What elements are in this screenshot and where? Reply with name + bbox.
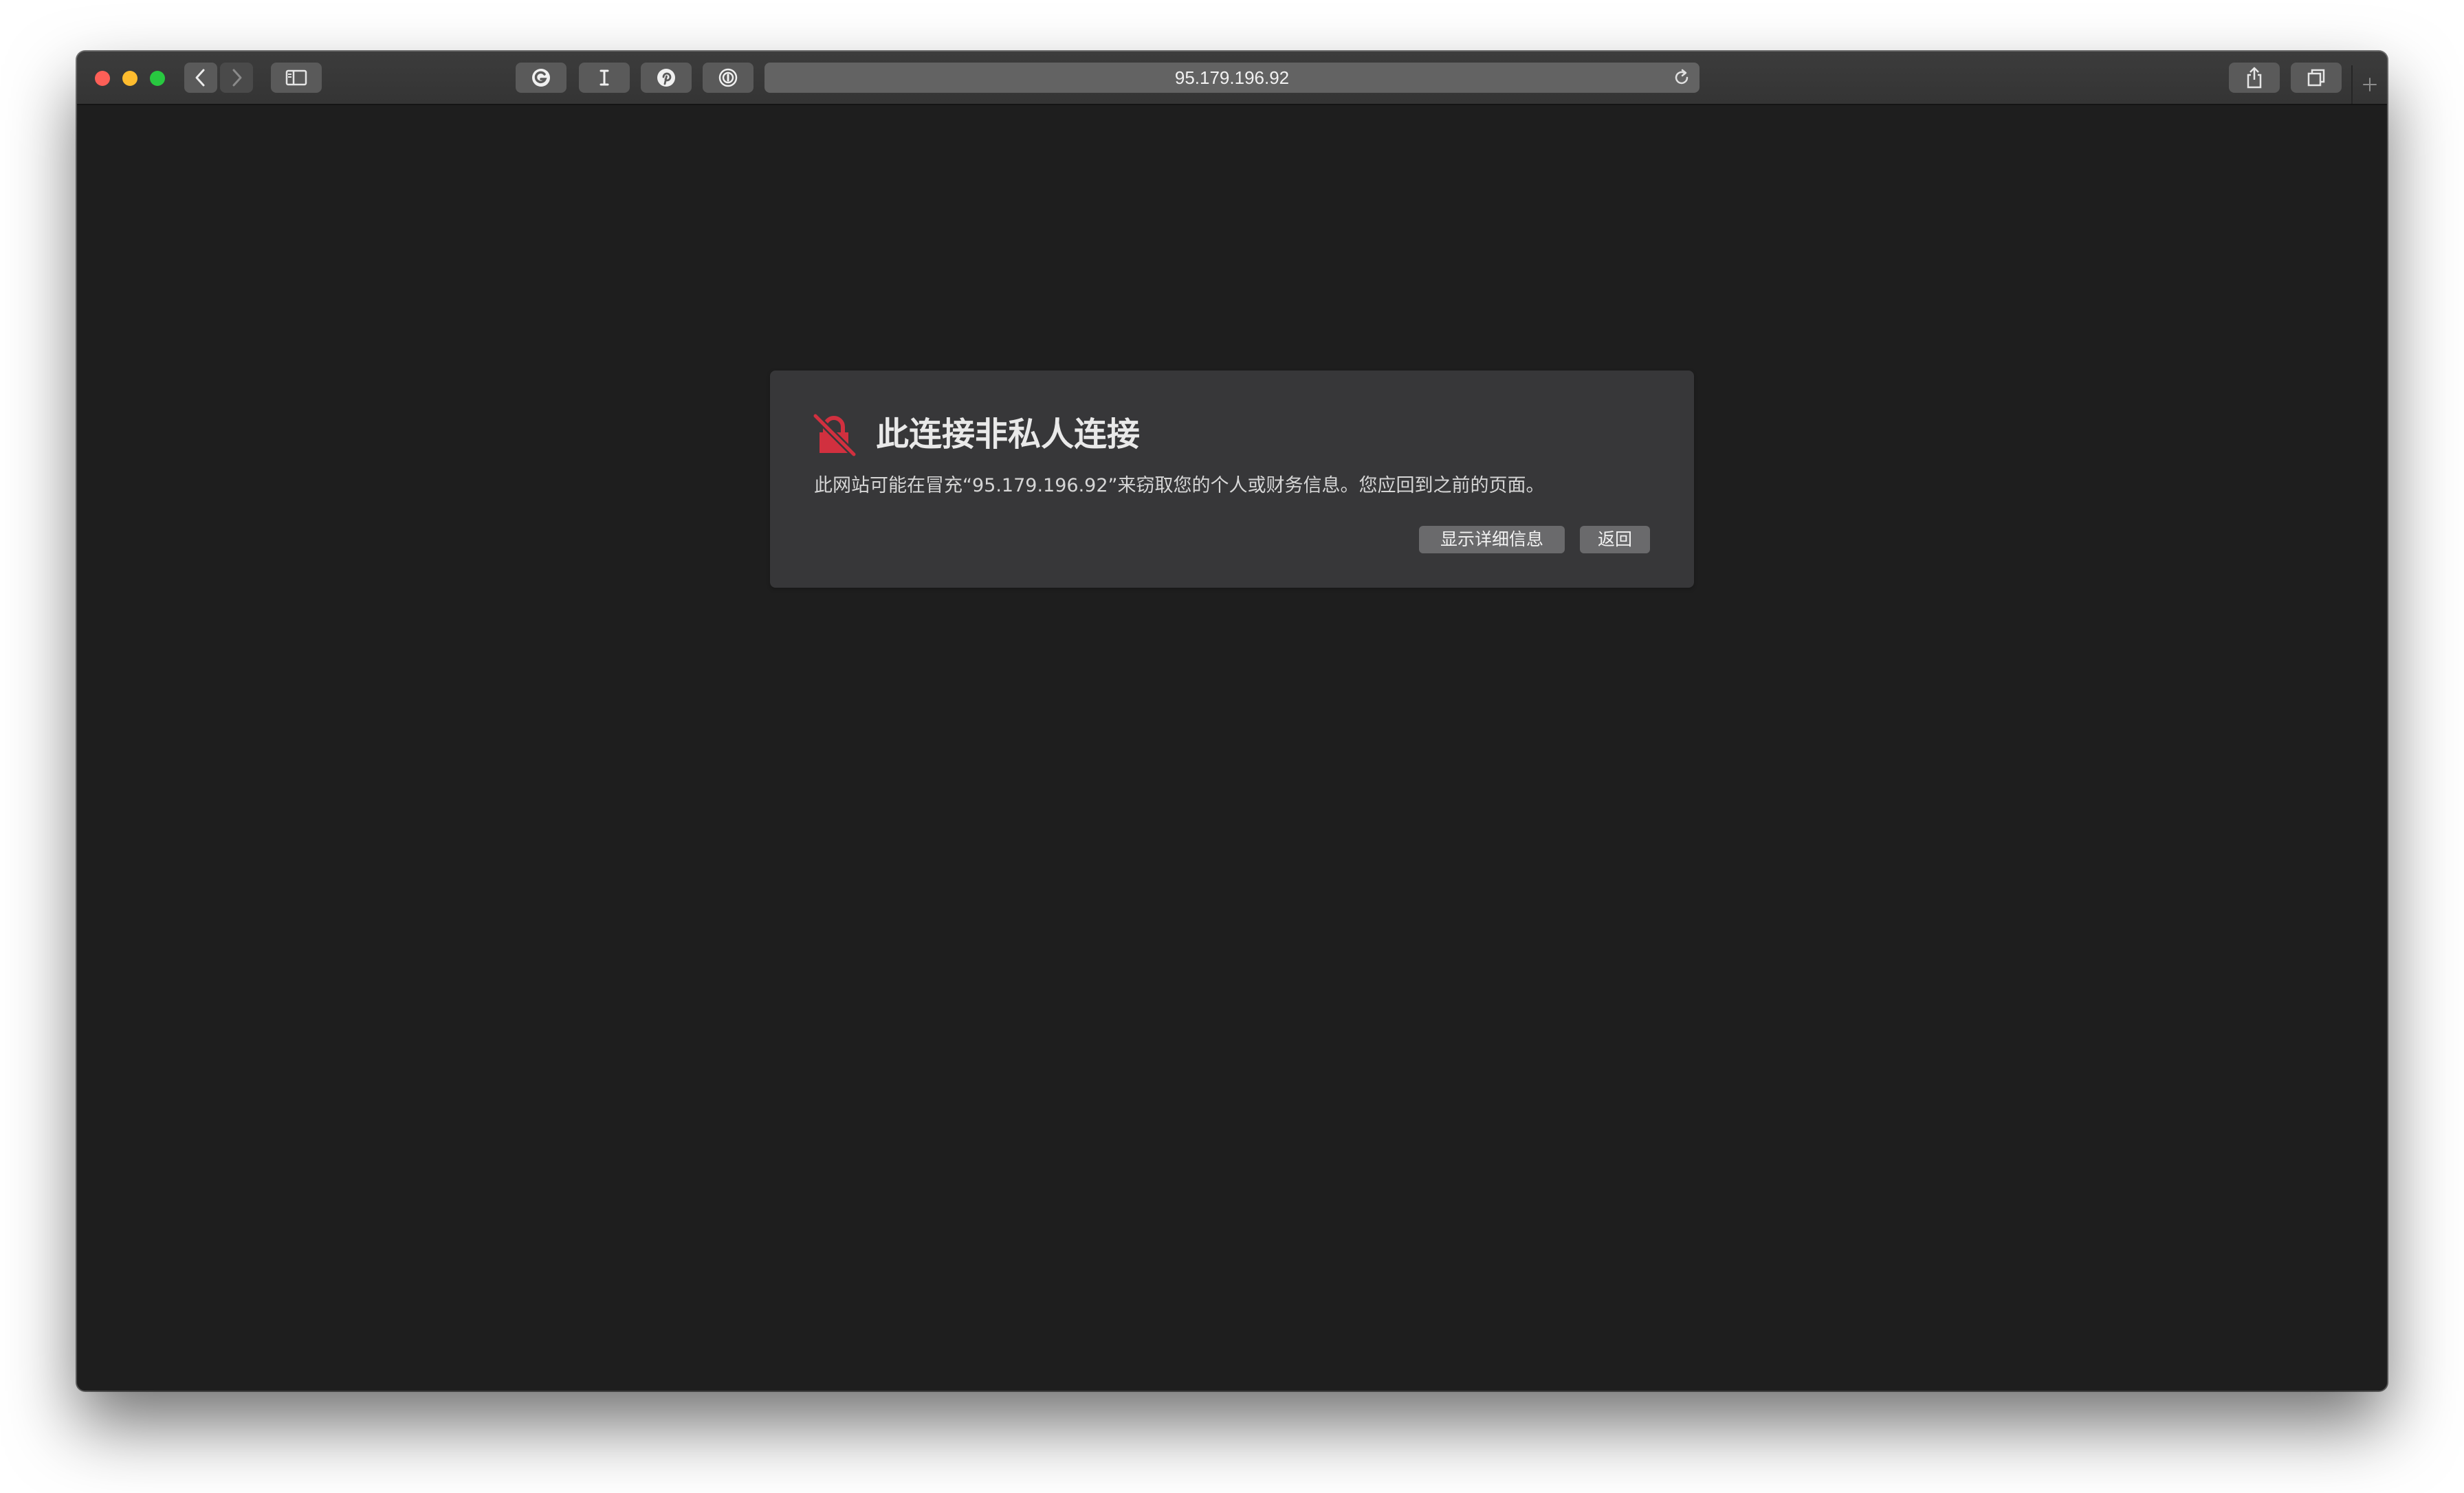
tab-overview-icon xyxy=(2307,69,2325,87)
close-window-button[interactable] xyxy=(95,71,110,86)
grammarly-icon xyxy=(532,69,550,87)
text-extension-button[interactable] xyxy=(579,63,630,93)
password-manager-extension-button[interactable] xyxy=(703,63,754,93)
plus-icon xyxy=(2363,78,2377,91)
new-tab-button[interactable] xyxy=(2351,65,2387,104)
share-icon xyxy=(2247,67,2262,89)
address-bar-url: 95.179.196.92 xyxy=(1174,67,1290,88)
forward-button[interactable] xyxy=(220,63,253,93)
chevron-left-icon xyxy=(195,69,205,87)
chevron-right-icon xyxy=(232,69,242,87)
privacy-warning-dialog: 此连接非私人连接 此网站可能在冒充“95.179.196.92”来窃取您的个人或… xyxy=(770,371,1694,588)
address-bar[interactable]: 95.179.196.92 xyxy=(764,63,1700,93)
text-cursor-icon xyxy=(600,69,609,86)
back-button[interactable] xyxy=(184,63,217,93)
grammarly-extension-button[interactable] xyxy=(516,63,566,93)
dialog-title: 此连接非私人连接 xyxy=(876,415,1141,454)
browser-toolbar: 95.179.196.92 xyxy=(77,52,2387,105)
broken-lock-icon xyxy=(812,412,857,457)
minimize-window-button[interactable] xyxy=(122,71,138,86)
reload-icon[interactable] xyxy=(1672,68,1691,87)
share-button[interactable] xyxy=(2229,63,2280,93)
page-content: 此连接非私人连接 此网站可能在冒充“95.179.196.92”来窃取您的个人或… xyxy=(77,105,2387,1391)
maximize-window-button[interactable] xyxy=(150,71,165,86)
go-back-button[interactable]: 返回 xyxy=(1580,526,1650,553)
sidebar-icon xyxy=(285,69,307,86)
dialog-message: 此网站可能在冒充“95.179.196.92”来窃取您的个人或财务信息。您应回到… xyxy=(814,475,1545,496)
pinterest-icon xyxy=(657,69,675,87)
pinterest-extension-button[interactable] xyxy=(641,63,692,93)
sidebar-button[interactable] xyxy=(271,63,322,93)
tab-overview-button[interactable] xyxy=(2291,63,2342,93)
password-manager-icon xyxy=(718,68,738,87)
show-details-button[interactable]: 显示详细信息 xyxy=(1419,526,1565,553)
browser-window: 95.179.196.92 此连接非私人连接 此网站可能在冒充“95.179.1… xyxy=(77,52,2387,1391)
